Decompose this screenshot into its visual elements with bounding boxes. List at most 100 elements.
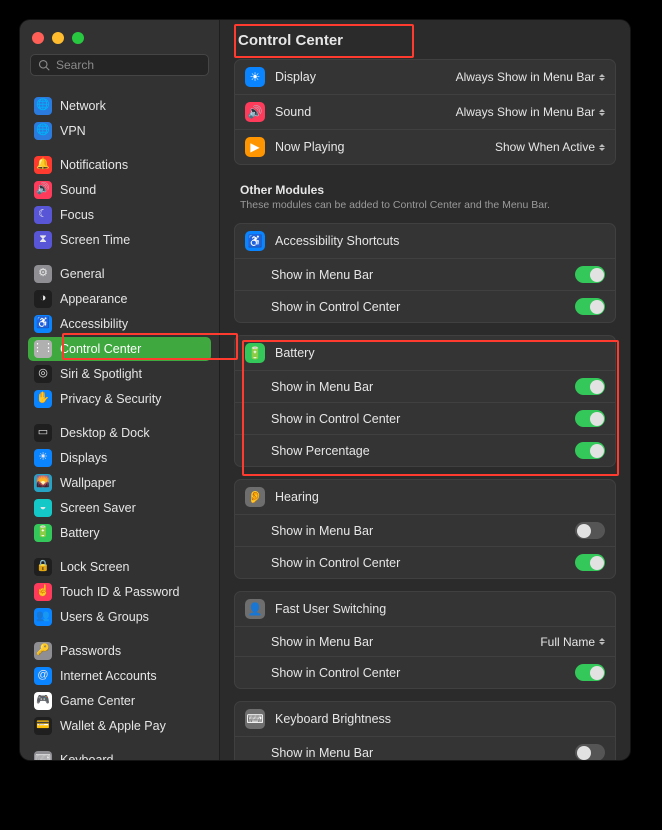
sidebar-item-siri-spotlight[interactable]: ◎Siri & Spotlight bbox=[28, 362, 211, 386]
sidebar-item-appearance[interactable]: ◑Appearance bbox=[28, 287, 211, 311]
display-icon: ☀ bbox=[245, 67, 265, 87]
sidebar-item-general[interactable]: ⚙General bbox=[28, 262, 211, 286]
module-label: Sound bbox=[275, 105, 446, 119]
select-value: Always Show in Menu Bar bbox=[456, 70, 595, 84]
module-label: Now Playing bbox=[275, 140, 485, 154]
toggle-switch[interactable] bbox=[575, 554, 605, 571]
module-header: 🔋Battery bbox=[235, 336, 615, 370]
module-header: ♿ Accessibility Shortcuts bbox=[235, 224, 615, 258]
sidebar-item-control-center[interactable]: ⋮⋮Control Center bbox=[28, 337, 211, 361]
toggle-switch[interactable] bbox=[575, 298, 605, 315]
content-area: ☀DisplayAlways Show in Menu Bar🔊SoundAlw… bbox=[220, 59, 630, 760]
sidebar-item-touch-id-password[interactable]: ☝Touch ID & Password bbox=[28, 580, 211, 604]
sidebar-item-passwords[interactable]: 🔑Passwords bbox=[28, 639, 211, 663]
sidebar-item-label: Lock Screen bbox=[60, 560, 129, 575]
setting-label: Show in Control Center bbox=[245, 556, 565, 570]
focus-icon: ☾ bbox=[34, 206, 52, 224]
module-row-now-playing: ▶ Now Playing Show When Active bbox=[235, 129, 615, 164]
sidebar-item-label: Screen Time bbox=[60, 233, 130, 248]
setting-row: Show in Control Center bbox=[235, 546, 615, 578]
accessibility-icon: ♿ bbox=[34, 315, 52, 333]
module-visibility-select[interactable]: Always Show in Menu Bar bbox=[456, 70, 605, 84]
sidebar-item-lock-screen[interactable]: 🔒Lock Screen bbox=[28, 555, 211, 579]
now-playing-icon: ▶ bbox=[245, 137, 265, 157]
select-value: Full Name bbox=[540, 635, 595, 649]
search-placeholder: Search bbox=[56, 58, 94, 72]
setting-label: Show in Menu Bar bbox=[245, 746, 565, 760]
game-center-icon: 🎮 bbox=[34, 692, 52, 710]
sidebar-item-users-groups[interactable]: 👥 Users & Groups bbox=[28, 605, 211, 629]
privacy-security-icon: ✋ bbox=[34, 390, 52, 408]
toggle-switch[interactable] bbox=[575, 378, 605, 395]
screen-saver-icon: ◒ bbox=[34, 499, 52, 517]
module-panel-accessibility-shortcuts: ♿ Accessibility Shortcuts Show in Menu Bar… bbox=[234, 223, 616, 323]
minimize-icon[interactable] bbox=[52, 32, 64, 44]
sidebar-item-network[interactable]: 🌐 Network bbox=[28, 94, 211, 118]
sidebar-item-wallpaper[interactable]: 🌄 Wallpaper bbox=[28, 471, 211, 495]
setting-label: Show in Menu Bar bbox=[245, 268, 565, 282]
sidebar-item-vpn[interactable]: 🌐VPN bbox=[28, 119, 211, 143]
sidebar-item-internet-accounts[interactable]: @Internet Accounts bbox=[28, 664, 211, 688]
toggle-switch[interactable] bbox=[575, 522, 605, 539]
battery-icon: 🔋 bbox=[245, 343, 265, 363]
sidebar-item-keyboard[interactable]: ⌨Keyboard bbox=[28, 748, 211, 760]
sidebar-item-game-center[interactable]: 🎮Game Center bbox=[28, 689, 211, 713]
sidebar-item-focus[interactable]: ☾Focus bbox=[28, 203, 211, 227]
setting-row: Show in Menu Bar bbox=[235, 370, 615, 402]
section-title: Other Modules bbox=[240, 183, 610, 197]
sidebar-item-label: Touch ID & Password bbox=[60, 585, 180, 600]
wallet-apple-pay-icon: 💳 bbox=[34, 717, 52, 735]
search-input[interactable]: Search bbox=[30, 54, 209, 76]
sidebar-item-label: Accessibility bbox=[60, 317, 128, 332]
network-icon: 🌐 bbox=[34, 97, 52, 115]
toggle-switch[interactable] bbox=[575, 744, 605, 760]
setting-select[interactable]: Full Name bbox=[540, 635, 605, 649]
chevron-updown-icon bbox=[599, 109, 605, 116]
module-label: Accessibility Shortcuts bbox=[275, 234, 605, 248]
sidebar-item-label: Keyboard bbox=[60, 753, 114, 761]
sidebar-item-label: Users & Groups bbox=[60, 610, 149, 625]
module-panel-keyboard-brightness: ⌨Keyboard BrightnessShow in Menu BarShow… bbox=[234, 701, 616, 760]
module-panel-fast-user-switching: 👤Fast User SwitchingShow in Menu BarFull… bbox=[234, 591, 616, 689]
keyboard-brightness-icon: ⌨ bbox=[245, 709, 265, 729]
setting-row: Show in Control Center bbox=[235, 656, 615, 688]
setting-label: Show Percentage bbox=[245, 444, 565, 458]
setting-label: Show in Control Center bbox=[245, 300, 565, 314]
toggle-switch[interactable] bbox=[575, 664, 605, 681]
module-label: Fast User Switching bbox=[275, 602, 605, 616]
screen-time-icon: ⧗ bbox=[34, 231, 52, 249]
sidebar-item-screen-saver[interactable]: ◒ Screen Saver bbox=[28, 496, 211, 520]
setting-label: Show in Menu Bar bbox=[245, 380, 565, 394]
sidebar-item-label: Wallpaper bbox=[60, 476, 116, 491]
sidebar-item-screen-time[interactable]: ⧗ Screen Time bbox=[28, 228, 211, 252]
sidebar-item-displays[interactable]: ☀Displays bbox=[28, 446, 211, 470]
toggle-switch[interactable] bbox=[575, 410, 605, 427]
sidebar-item-label: Screen Saver bbox=[60, 501, 136, 516]
sidebar-item-sound[interactable]: 🔊Sound bbox=[28, 178, 211, 202]
notifications-icon: 🔔 bbox=[34, 156, 52, 174]
toggle-switch[interactable] bbox=[575, 442, 605, 459]
close-icon[interactable] bbox=[32, 32, 44, 44]
module-label: Display bbox=[275, 70, 446, 84]
sidebar-item-label: Battery bbox=[60, 526, 100, 541]
setting-row: Show Percentage bbox=[235, 434, 615, 466]
users-groups-icon: 👥 bbox=[34, 608, 52, 626]
toggle-switch[interactable] bbox=[575, 266, 605, 283]
accessibility-shortcuts-icon: ♿ bbox=[245, 231, 265, 251]
sidebar-item-label: Network bbox=[60, 99, 106, 114]
sidebar-item-privacy-security[interactable]: ✋Privacy & Security bbox=[28, 387, 211, 411]
wallpaper-icon: 🌄 bbox=[34, 474, 52, 492]
setting-row: Show in Menu Bar bbox=[235, 514, 615, 546]
module-label: Keyboard Brightness bbox=[275, 712, 605, 726]
sidebar-item-battery[interactable]: 🔋Battery bbox=[28, 521, 211, 545]
page-title: Control Center bbox=[220, 20, 630, 59]
module-visibility-select[interactable]: Show When Active bbox=[495, 140, 605, 154]
sidebar-item-accessibility[interactable]: ♿ Accessibility bbox=[28, 312, 211, 336]
sidebar-item-notifications[interactable]: 🔔Notifications bbox=[28, 153, 211, 177]
module-panel-hearing: 👂HearingShow in Menu BarShow in Control … bbox=[234, 479, 616, 579]
module-visibility-select[interactable]: Always Show in Menu Bar bbox=[456, 105, 605, 119]
sidebar-item-wallet-apple-pay[interactable]: 💳Wallet & Apple Pay bbox=[28, 714, 211, 738]
sidebar-item-desktop-dock[interactable]: ▭Desktop & Dock bbox=[28, 421, 211, 445]
zoom-icon[interactable] bbox=[72, 32, 84, 44]
displays-icon: ☀ bbox=[34, 449, 52, 467]
